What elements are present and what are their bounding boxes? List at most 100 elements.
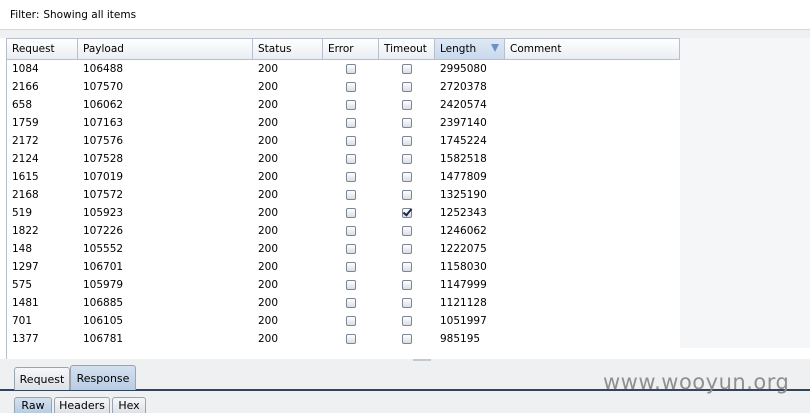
column-header-timeout[interactable]: Timeout (379, 38, 435, 60)
comment-cell (505, 168, 680, 186)
error-checkbox[interactable] (346, 334, 356, 344)
comment-cell (505, 132, 680, 150)
timeout-checkbox[interactable] (402, 154, 412, 164)
payload-cell: 106062 (83, 99, 124, 111)
table-row[interactable]: 2166 107570 200 2720378 (7, 78, 810, 96)
splitter-grip-icon[interactable] (413, 359, 431, 361)
table-row[interactable]: 2168 107572 200 1325190 (7, 186, 810, 204)
error-checkbox[interactable] (346, 190, 356, 200)
request-cell: 1481 (12, 297, 39, 309)
timeout-checkbox[interactable] (402, 208, 412, 218)
timeout-checkbox[interactable] (402, 298, 412, 308)
error-cell (323, 294, 379, 312)
error-checkbox[interactable] (346, 226, 356, 236)
table-body: 1084 106488 200 2995080 2166 107570 200 2720378… (7, 60, 810, 348)
table-row[interactable]: 1615 107019 200 1477809 (7, 168, 810, 186)
payload-cell: 107576 (83, 135, 124, 147)
error-checkbox[interactable] (346, 244, 356, 254)
timeout-checkbox[interactable] (402, 118, 412, 128)
timeout-checkbox[interactable] (402, 226, 412, 236)
error-checkbox[interactable] (346, 208, 356, 218)
request-cell: 2166 (12, 81, 39, 93)
status-cell: 200 (258, 171, 279, 183)
error-checkbox[interactable] (346, 82, 356, 92)
timeout-checkbox[interactable] (402, 190, 412, 200)
timeout-checkbox[interactable] (402, 262, 412, 272)
error-cell (323, 150, 379, 168)
request-cell: 1822 (12, 225, 39, 237)
comment-cell (505, 222, 680, 240)
tab-hex[interactable]: Hex (112, 397, 146, 413)
comment-cell (505, 312, 680, 330)
timeout-checkbox[interactable] (402, 244, 412, 254)
error-checkbox[interactable] (346, 154, 356, 164)
timeout-checkbox[interactable] (402, 64, 412, 74)
request-cell: 701 (12, 315, 33, 327)
error-checkbox[interactable] (346, 262, 356, 272)
table-row[interactable]: 701 106105 200 1051997 (7, 312, 810, 330)
status-cell: 200 (258, 297, 279, 309)
table-row[interactable]: 1481 106885 200 1121128 (7, 294, 810, 312)
tab-request[interactable]: Request (14, 367, 70, 390)
column-header-length[interactable]: Length (435, 38, 505, 60)
comment-cell (505, 240, 680, 258)
table-row[interactable]: 1084 106488 200 2995080 (7, 60, 810, 78)
tab-headers[interactable]: Headers (54, 397, 110, 413)
payload-cell: 105552 (83, 243, 124, 255)
error-checkbox[interactable] (346, 172, 356, 182)
row-empty-area (680, 96, 810, 114)
timeout-checkbox[interactable] (402, 82, 412, 92)
row-empty-area (680, 186, 810, 204)
comment-cell (505, 258, 680, 276)
column-header-error[interactable]: Error (323, 38, 379, 60)
error-checkbox[interactable] (346, 298, 356, 308)
table-row[interactable]: 1759 107163 200 2397140 (7, 114, 810, 132)
request-cell: 1084 (12, 63, 39, 75)
length-cell: 1246062 (440, 225, 487, 237)
timeout-checkbox[interactable] (402, 136, 412, 146)
timeout-checkbox[interactable] (402, 172, 412, 182)
table-row[interactable]: 1297 106701 200 1158030 (7, 258, 810, 276)
column-header-request[interactable]: Request (7, 38, 78, 60)
error-cell (323, 222, 379, 240)
request-cell: 2124 (12, 153, 39, 165)
error-cell (323, 258, 379, 276)
error-checkbox[interactable] (346, 316, 356, 326)
table-row[interactable]: 575 105979 200 1147999 (7, 276, 810, 294)
table-row[interactable]: 148 105552 200 1222075 (7, 240, 810, 258)
status-cell: 200 (258, 117, 279, 129)
column-header-length-label: Length (440, 43, 477, 55)
comment-cell (505, 186, 680, 204)
column-header-status[interactable]: Status (253, 38, 323, 60)
table-row[interactable]: 1377 106781 200 985195 (7, 330, 810, 348)
error-checkbox[interactable] (346, 136, 356, 146)
error-checkbox[interactable] (346, 64, 356, 74)
sort-descending-icon (491, 44, 499, 52)
table-row[interactable]: 2124 107528 200 1582518 (7, 150, 810, 168)
table-row[interactable]: 658 106062 200 2420574 (7, 96, 810, 114)
length-cell: 2397140 (440, 117, 487, 129)
filter-bar[interactable]: Filter: Showing all items (0, 0, 810, 30)
error-checkbox[interactable] (346, 280, 356, 290)
timeout-cell (379, 222, 435, 240)
error-cell (323, 132, 379, 150)
error-checkbox[interactable] (346, 100, 356, 110)
timeout-cell (379, 78, 435, 96)
row-empty-area (680, 60, 810, 78)
error-cell (323, 330, 379, 348)
tab-response[interactable]: Response (70, 365, 136, 390)
timeout-checkbox[interactable] (402, 280, 412, 290)
error-checkbox[interactable] (346, 118, 356, 128)
column-header-comment[interactable]: Comment (505, 38, 680, 60)
timeout-checkbox[interactable] (402, 100, 412, 110)
table-row[interactable]: 2172 107576 200 1745224 (7, 132, 810, 150)
timeout-checkbox[interactable] (402, 334, 412, 344)
table-row[interactable]: 519 105923 200 1252343 (7, 204, 810, 222)
length-cell: 985195 (440, 333, 481, 345)
table-row[interactable]: 1822 107226 200 1246062 (7, 222, 810, 240)
timeout-checkbox[interactable] (402, 316, 412, 326)
column-header-payload[interactable]: Payload (78, 38, 253, 60)
tab-raw[interactable]: Raw (14, 397, 52, 413)
row-empty-area (680, 132, 810, 150)
row-empty-area (680, 330, 810, 348)
